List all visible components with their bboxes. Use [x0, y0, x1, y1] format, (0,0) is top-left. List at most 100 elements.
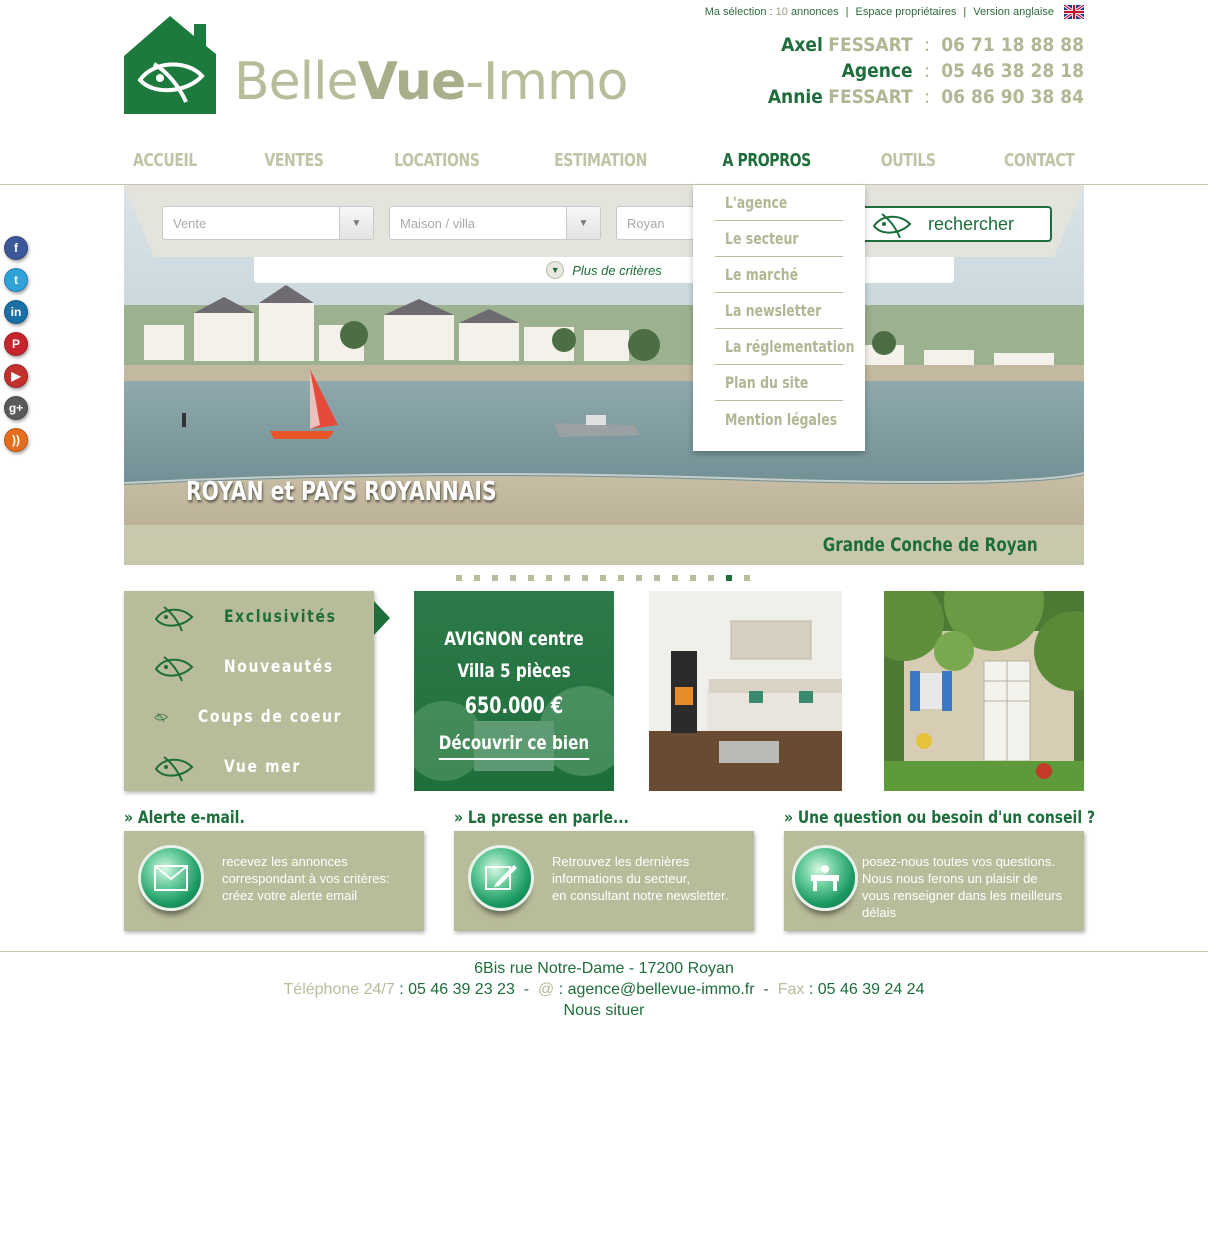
locate-link[interactable]: Nous situer: [0, 1000, 1208, 1021]
category-vue-mer[interactable]: Vue mer: [154, 747, 374, 787]
main-nav: ACCUEIL VENTES LOCATIONS ESTIMATION A PR…: [124, 140, 1084, 180]
slider-dot[interactable]: [492, 575, 498, 581]
slider-dot[interactable]: [636, 575, 642, 581]
menu-item-mentions-legales[interactable]: Mention légales: [715, 401, 843, 437]
slider-dot[interactable]: [528, 575, 534, 581]
menu-item-agence[interactable]: L'agence: [715, 185, 843, 221]
brand-part3: -Immo: [465, 52, 628, 112]
pinterest-icon[interactable]: P: [4, 332, 28, 356]
chevron-down-icon[interactable]: ▼: [566, 207, 600, 239]
property-type-select[interactable]: Maison / villa ▼: [389, 206, 601, 240]
info-text: posez-nous toutes vos questions. Nous no…: [862, 853, 1062, 921]
facebook-icon[interactable]: f: [4, 236, 28, 260]
slider-dot[interactable]: [708, 575, 714, 581]
fax-label: Fax: [777, 981, 805, 998]
slider-dot[interactable]: [564, 575, 570, 581]
slider-dot[interactable]: [582, 575, 588, 581]
transaction-select[interactable]: Vente ▼: [162, 206, 374, 240]
slider-dot[interactable]: [690, 575, 696, 581]
property-type-value: Maison / villa: [400, 216, 476, 231]
contact-first-name: Agence: [841, 60, 913, 82]
twitter-icon[interactable]: t: [4, 268, 28, 292]
menu-item-label: Le marché: [725, 265, 799, 284]
slider-dot[interactable]: [654, 575, 660, 581]
phone-label: Téléphone 24/7: [283, 981, 395, 998]
english-version-link[interactable]: Version anglaise: [973, 6, 1054, 18]
footer-email-link[interactable]: agence@bellevue-immo.fr: [568, 981, 755, 998]
property-photo-tile[interactable]: [649, 591, 842, 791]
search-panel: Vente ▼ Maison / villa ▼ Royan recherche…: [124, 185, 1084, 257]
question-box[interactable]: posez-nous toutes vos questions. Nous no…: [784, 831, 1084, 931]
menu-item-marche[interactable]: Le marché: [715, 257, 843, 293]
info-line: correspondant à vos critères:: [222, 871, 390, 886]
menu-item-label: L'agence: [725, 193, 788, 212]
nav-item-outils[interactable]: OUTILS: [881, 150, 936, 171]
slider-dot[interactable]: [456, 575, 462, 581]
menu-item-label: La réglementation: [725, 337, 855, 356]
chevron-down-icon[interactable]: ▼: [339, 207, 373, 239]
menu-item-reglementation[interactable]: La réglementation: [715, 329, 854, 365]
press-box[interactable]: Retrouvez les dernières informations du …: [454, 831, 754, 931]
fish-icon: [154, 713, 168, 723]
nav-item-estimation[interactable]: ESTIMATION: [554, 150, 647, 171]
brand-wordmark: BelleVue-Immo: [234, 56, 628, 108]
nav-item-contact[interactable]: CONTACT: [1003, 150, 1074, 171]
category-label: Coups de coeur: [198, 707, 343, 727]
slider-dot[interactable]: [474, 575, 480, 581]
slider-dot[interactable]: [618, 575, 624, 581]
my-selection-link[interactable]: Ma sélection : 10 annonces: [705, 6, 839, 18]
more-criteria-label: Plus de critères: [572, 262, 662, 278]
linkedin-icon[interactable]: in: [4, 300, 28, 324]
slider-dot[interactable]: [546, 575, 552, 581]
googleplus-icon[interactable]: g+: [4, 396, 28, 420]
fish-icon: [872, 213, 912, 238]
slider-dot[interactable]: [600, 575, 606, 581]
category-exclusivites[interactable]: Exclusivités: [154, 597, 374, 637]
nav-item-accueil[interactable]: ACCUEIL: [133, 150, 197, 171]
slider-dot[interactable]: [510, 575, 516, 581]
nav-item-apropos[interactable]: A PROPROS: [723, 150, 812, 171]
colon: :: [924, 60, 930, 82]
rss-icon[interactable]: )): [4, 428, 28, 452]
site-logo[interactable]: BelleVue-Immo: [124, 16, 628, 116]
slider-dot[interactable]: [672, 575, 678, 581]
category-coups-de-coeur[interactable]: Coups de coeur: [154, 697, 374, 737]
slider-dot[interactable]: [744, 575, 750, 581]
press-heading: » La presse en parle...: [454, 808, 629, 828]
top-utility-bar: Ma sélection : 10 annonces | Espace prop…: [705, 5, 1084, 19]
nav-item-locations[interactable]: LOCATIONS: [394, 150, 480, 171]
fish-icon: [154, 606, 194, 632]
featured-property-tile[interactable]: AVIGNON centre Villa 5 pièces 650.000 € …: [414, 591, 614, 791]
contact-phone[interactable]: 06 71 18 88 88: [941, 34, 1084, 56]
cottage-photo: [884, 591, 1084, 791]
chevron-down-circle-icon: ▼: [546, 261, 565, 279]
search-button[interactable]: rechercher: [856, 206, 1052, 242]
house-fish-logo-icon: [124, 16, 216, 114]
hero-caption: Grande Conche de Royan: [823, 534, 1038, 556]
footer: 6Bis rue Notre-Dame - 17200 Royan Téléph…: [0, 958, 1208, 1021]
category-label: Nouveautés: [224, 657, 334, 677]
promo-cta-link[interactable]: Découvrir ce bien: [438, 728, 590, 760]
menu-item-newsletter[interactable]: La newsletter: [715, 293, 843, 329]
menu-item-label: Mention légales: [725, 409, 838, 429]
selection-prefix: Ma sélection :: [704, 6, 773, 18]
owner-space-link[interactable]: Espace propriétaires: [856, 6, 957, 18]
info-text: recevez les annonces correspondant à vos…: [222, 853, 390, 904]
category-label: Vue mer: [224, 757, 301, 777]
property-photo-tile[interactable]: [884, 591, 1084, 791]
email-alert-box[interactable]: recevez les annonces correspondant à vos…: [124, 831, 424, 931]
youtube-icon[interactable]: ▶: [4, 364, 28, 388]
info-line: Retrouvez les dernières: [552, 854, 690, 869]
contact-phone[interactable]: 06 86 90 38 84: [941, 86, 1084, 108]
slider-dot[interactable]: [726, 575, 732, 581]
email-label: @: [537, 981, 555, 998]
info-line: recevez les annonces: [222, 854, 348, 869]
info-text: Retrouvez les dernières informations du …: [552, 853, 728, 904]
category-nouveautes[interactable]: Nouveautés: [154, 647, 374, 687]
menu-item-secteur[interactable]: Le secteur: [715, 221, 843, 257]
menu-item-plan-du-site[interactable]: Plan du site: [715, 365, 843, 401]
uk-flag-icon[interactable]: [1064, 5, 1084, 19]
nav-item-ventes[interactable]: VENTES: [264, 150, 324, 171]
contact-phone[interactable]: 05 46 38 28 18: [941, 60, 1084, 82]
footer-phone[interactable]: 05 46 39 23 23: [408, 981, 515, 998]
